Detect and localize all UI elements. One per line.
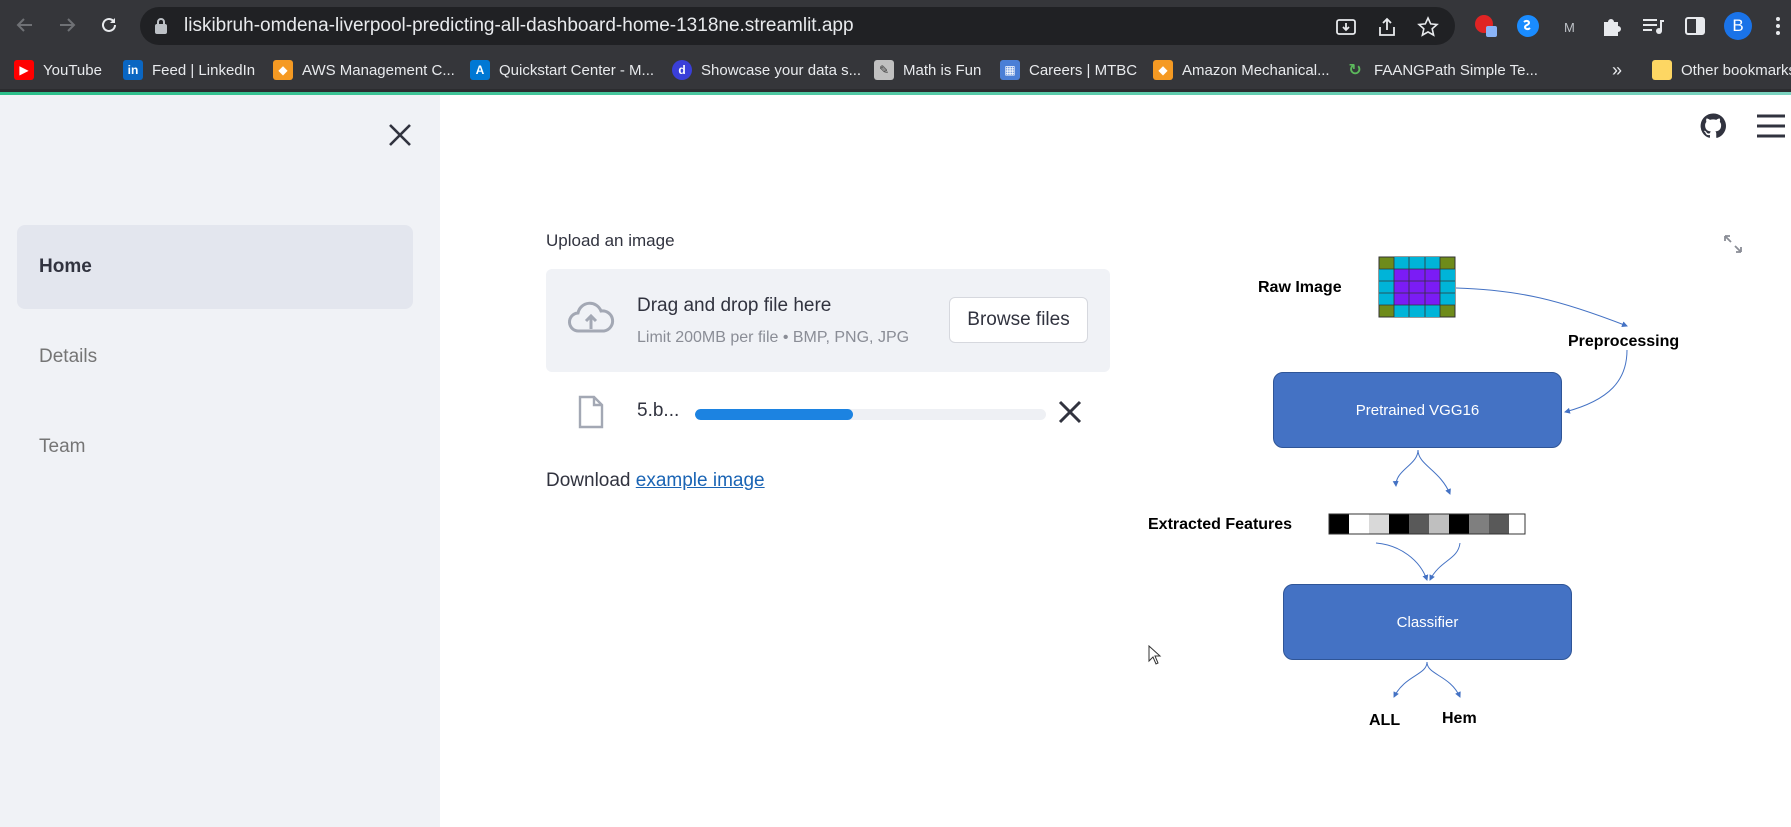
bookmark-mturk[interactable]: ◆ Amazon Mechanical...: [1153, 52, 1330, 88]
reload-button[interactable]: [94, 10, 124, 40]
bookmark-label: Amazon Mechanical...: [1182, 61, 1330, 79]
bookmark-label: Careers | MTBC: [1029, 61, 1138, 79]
uploaded-file-row: 5.b...: [546, 385, 1110, 439]
arrow-right-icon: [60, 18, 76, 32]
install-app-icon[interactable]: [1335, 16, 1357, 38]
more-bookmarks-button[interactable]: »: [1612, 52, 1622, 88]
diagram-label-raw-image: Raw Image: [1258, 279, 1342, 296]
diagram-label-extracted-features: Extracted Features: [1148, 516, 1293, 533]
bookmark-label: Feed | LinkedIn: [152, 61, 256, 79]
bookmark-label: YouTube: [43, 61, 102, 79]
faangpath-icon: ↻: [1348, 62, 1362, 79]
bookmark-mathisfun[interactable]: ✎ Math is Fun: [874, 52, 981, 88]
download-line: Download example image: [546, 470, 765, 492]
dropzone-title: Drag and drop file here: [637, 295, 832, 316]
mouse-cursor-icon: [1148, 645, 1162, 665]
forward-button[interactable]: [52, 10, 82, 40]
bookmark-label: Showcase your data s...: [701, 61, 862, 79]
close-sidebar-icon[interactable]: [384, 119, 416, 151]
aws-icon: ◆: [273, 60, 293, 80]
mathisfun-icon: ✎: [874, 60, 894, 80]
sidebar-item-details[interactable]: Details: [17, 315, 413, 399]
dataset-icon: d: [672, 60, 692, 80]
cloud-upload-icon: [568, 301, 615, 333]
sidebar-item-team[interactable]: Team: [17, 405, 413, 489]
extension-red-icon[interactable]: [1473, 13, 1499, 39]
uploader-label: Upload an image: [546, 231, 675, 250]
bookmark-label: Quickstart Center - M...: [499, 61, 655, 79]
sidebar: Home Details Team: [0, 95, 440, 827]
youtube-icon: ▶: [14, 60, 34, 80]
upload-progress-bar: [695, 409, 1046, 420]
diagram-box-classifier: Classifier: [1283, 584, 1572, 660]
lock-icon: [155, 18, 167, 34]
bookmark-label: Other bookmarks: [1681, 61, 1791, 79]
feature-vector-strip: [1328, 513, 1526, 535]
file-dropzone[interactable]: Drag and drop file here Limit 200MB per …: [546, 269, 1110, 372]
folder-icon: [1652, 60, 1672, 80]
media-queue-icon[interactable]: [1640, 13, 1666, 39]
side-panel-icon[interactable]: [1682, 13, 1708, 39]
bookmark-quickstart[interactable]: A Quickstart Center - M...: [470, 52, 654, 88]
remove-file-icon[interactable]: [1055, 397, 1085, 427]
profile-avatar[interactable]: B: [1724, 12, 1752, 40]
azure-icon: A: [470, 60, 490, 80]
mtbc-icon: ▦: [1000, 60, 1020, 80]
browser-toolbar: liskibruh-omdena-liverpool-predicting-al…: [0, 0, 1791, 52]
puzzle-icon[interactable]: [1599, 13, 1625, 39]
diagram-label-all: ALL: [1369, 712, 1401, 729]
bookmark-label: Math is Fun: [903, 61, 982, 79]
bookmark-label: AWS Management C...: [302, 61, 455, 79]
svg-text:M: M: [1564, 20, 1575, 35]
github-icon[interactable]: [1700, 113, 1726, 139]
url-text: liskibruh-omdena-liverpool-predicting-al…: [184, 15, 854, 36]
bookmark-label: FAANGPath Simple Te...: [1374, 61, 1538, 79]
file-name: 5.b...: [637, 400, 680, 421]
bookmark-showcase[interactable]: d Showcase your data s...: [672, 52, 861, 88]
other-bookmarks-folder[interactable]: Other bookmarks: [1652, 52, 1791, 88]
diagram-label-hem: Hem: [1442, 710, 1477, 727]
fullscreen-expand-icon[interactable]: [1722, 233, 1744, 255]
star-icon[interactable]: [1417, 16, 1439, 38]
raw-image-grid: [1378, 256, 1456, 318]
extension-m-icon[interactable]: M: [1557, 13, 1583, 39]
upload-progress-fill: [695, 409, 853, 420]
example-image-link[interactable]: example image: [636, 470, 765, 491]
bookmark-linkedin[interactable]: in Feed | LinkedIn: [123, 52, 255, 88]
linkedin-icon: in: [123, 60, 143, 80]
bookmarks-bar: ▶ YouTube in Feed | LinkedIn ◆ AWS Manag…: [0, 52, 1791, 92]
diagram-label-preprocessing: Preprocessing: [1568, 333, 1680, 350]
file-icon: [578, 395, 604, 429]
hamburger-menu-icon[interactable]: [1755, 113, 1787, 139]
kebab-menu-icon[interactable]: [1765, 13, 1791, 39]
shazam-icon[interactable]: [1515, 13, 1541, 39]
diagram-box-vgg16: Pretrained VGG16: [1273, 372, 1562, 448]
download-prefix: Download: [546, 470, 636, 491]
bookmark-faangpath[interactable]: ↻ FAANGPath Simple Te...: [1345, 52, 1538, 88]
more-bookmarks-chevron: »: [1612, 59, 1623, 80]
sidebar-item-home[interactable]: Home: [17, 225, 413, 309]
bookmark-mtbc[interactable]: ▦ Careers | MTBC: [1000, 52, 1137, 88]
share-icon[interactable]: [1376, 16, 1398, 38]
back-button[interactable]: [10, 10, 40, 40]
address-bar[interactable]: liskibruh-omdena-liverpool-predicting-al…: [140, 7, 1455, 45]
bookmark-aws[interactable]: ◆ AWS Management C...: [273, 52, 455, 88]
aws-icon: ◆: [1153, 60, 1173, 80]
bookmark-youtube[interactable]: ▶ YouTube: [14, 52, 102, 88]
arrow-left-icon: [16, 18, 32, 32]
reload-icon: [102, 17, 116, 32]
browse-files-button[interactable]: Browse files: [949, 297, 1088, 343]
diagram-connectors: [1328, 256, 1628, 698]
pipeline-diagram: Raw Image Preprocessing Pretrained VGG16…: [1140, 250, 1700, 750]
dropzone-subtitle: Limit 200MB per file • BMP, PNG, JPG: [637, 329, 910, 346]
